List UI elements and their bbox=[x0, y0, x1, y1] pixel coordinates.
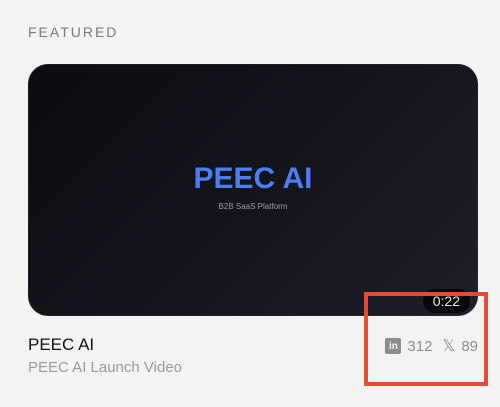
section-title: FEATURED bbox=[28, 24, 119, 40]
duration-badge: 0:22 bbox=[422, 289, 470, 313]
x-stat[interactable]: 𝕏 89 bbox=[442, 336, 478, 356]
linkedin-count: 312 bbox=[407, 337, 433, 355]
linkedin-icon: in bbox=[385, 338, 402, 354]
video-card[interactable]: PEEC AI B2B SaaS Platform 0:22 bbox=[28, 64, 478, 316]
video-title[interactable]: PEEC AI bbox=[28, 335, 94, 355]
x-count: 89 bbox=[461, 337, 478, 355]
video-description: PEEC AI Launch Video bbox=[28, 359, 182, 376]
share-stats: in 312 𝕏 89 bbox=[385, 336, 478, 356]
card-brand: PEEC AI bbox=[193, 162, 313, 195]
linkedin-stat[interactable]: in 312 bbox=[385, 338, 432, 355]
card-subtitle: B2B SaaS Platform bbox=[218, 202, 288, 211]
x-icon: 𝕏 bbox=[442, 338, 456, 355]
